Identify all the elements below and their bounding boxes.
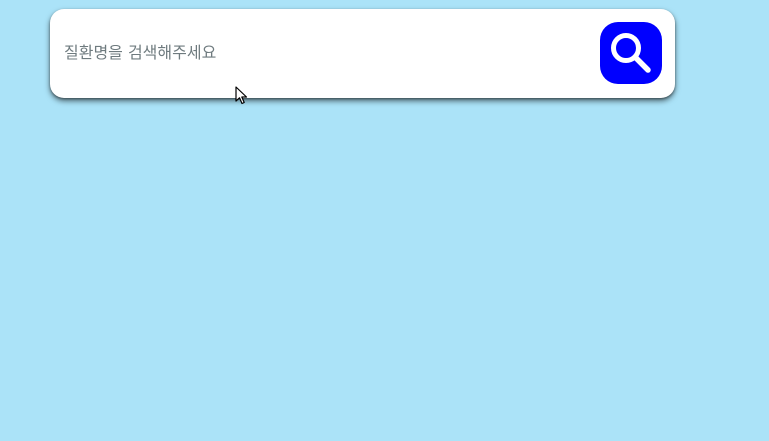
search-input[interactable] bbox=[64, 35, 584, 69]
search-button[interactable] bbox=[600, 22, 662, 84]
search-bar bbox=[50, 9, 675, 98]
page-background bbox=[0, 0, 769, 441]
search-icon bbox=[611, 33, 651, 73]
